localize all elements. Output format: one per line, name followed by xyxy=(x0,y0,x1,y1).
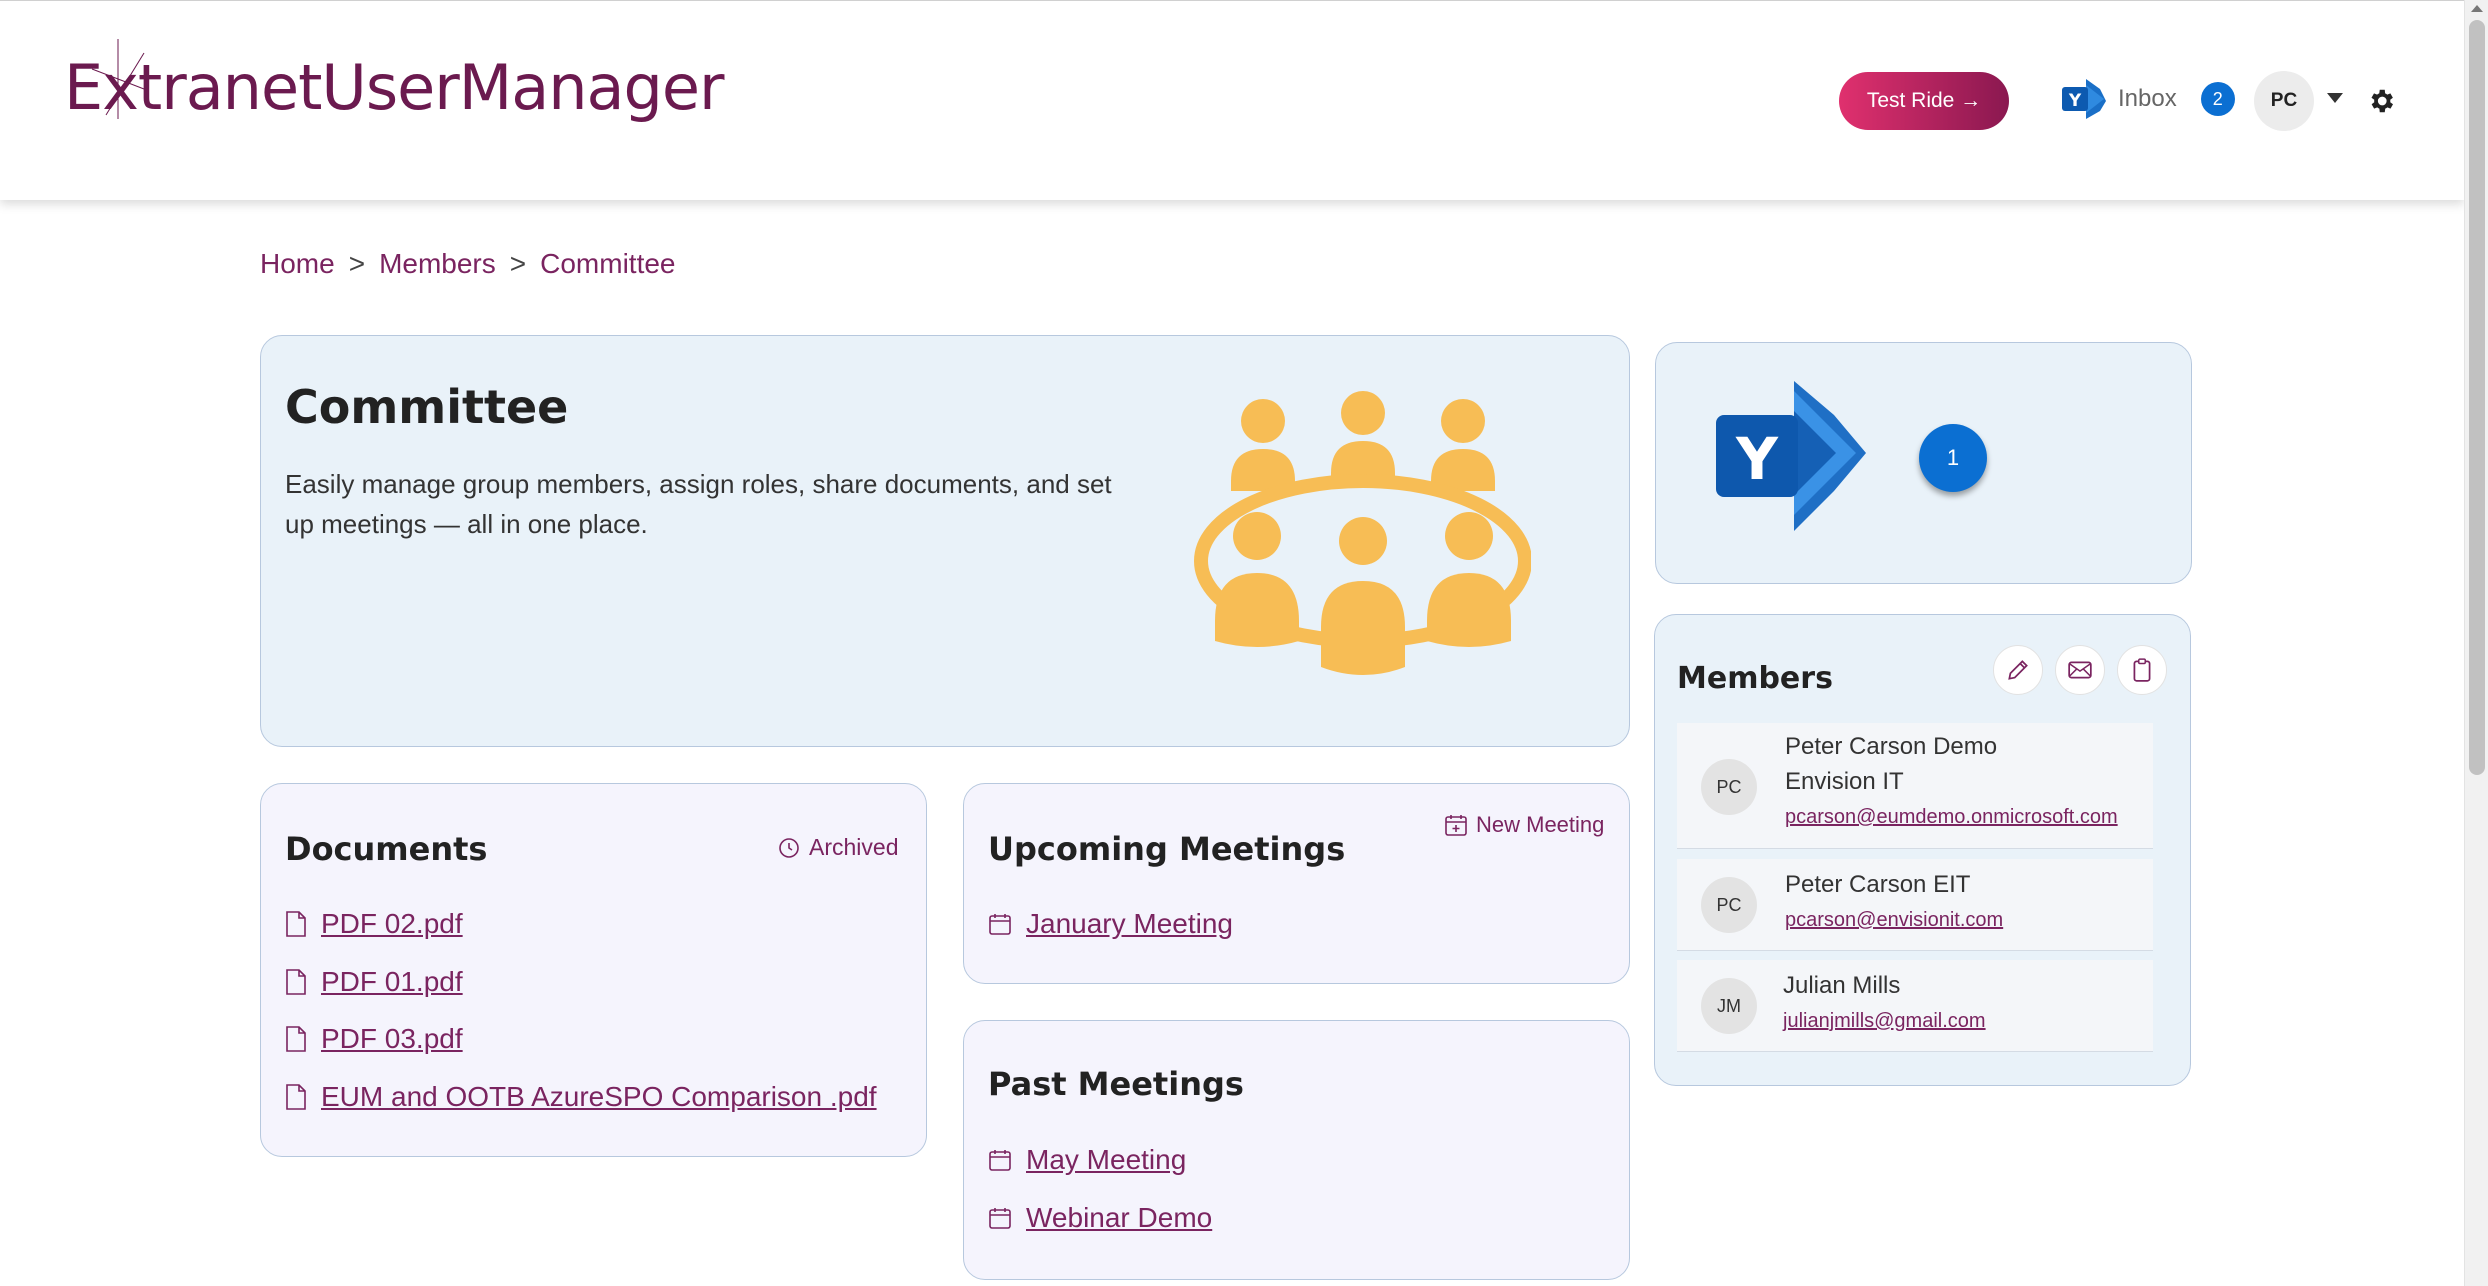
page-title: Committee xyxy=(285,380,569,434)
logo-rest-text: tranetUserManager xyxy=(137,51,725,124)
copy-members-button[interactable] xyxy=(2117,645,2167,695)
member-item[interactable]: JM Julian Mills julianjmills@gmail.com xyxy=(1677,960,2153,1052)
inbox-link[interactable]: Y Inbox 2 xyxy=(2060,77,2235,121)
member-avatar: PC xyxy=(1701,759,1757,815)
member-company: Envision IT xyxy=(1785,768,1904,795)
archived-link[interactable]: Archived xyxy=(777,834,898,861)
yammer-logo-icon: Y xyxy=(1716,381,1866,531)
breadcrumb-committee[interactable]: Committee xyxy=(540,248,675,280)
scroll-thumb[interactable] xyxy=(2469,20,2485,775)
member-item[interactable]: PC Peter Carson EIT pcarson@envisionit.c… xyxy=(1677,859,2153,951)
pencil-icon xyxy=(2008,660,2028,680)
email-members-button[interactable] xyxy=(2055,645,2105,695)
scroll-up-arrow-icon[interactable] xyxy=(2471,5,2483,12)
upcoming-meetings-title: Upcoming Meetings xyxy=(988,830,1346,868)
clock-history-icon xyxy=(779,837,799,858)
yammer-small-icon: Y xyxy=(2062,79,2106,119)
calendar-icon xyxy=(989,1208,1011,1229)
logo-letter-x: x xyxy=(92,39,145,124)
file-icon xyxy=(286,969,306,995)
chevron-down-icon[interactable] xyxy=(2327,93,2343,103)
committee-hero-card: Committee Easily manage group members, a… xyxy=(260,335,1630,747)
meeting-item[interactable]: January Meeting xyxy=(988,908,1233,940)
member-email[interactable]: pcarson@eumdemo.onmicrosoft.com xyxy=(1785,806,2118,829)
archived-label: Archived xyxy=(809,834,899,860)
gear-icon[interactable] xyxy=(2366,86,2396,116)
document-item[interactable]: PDF 01.pdf xyxy=(285,966,463,998)
envelope-icon xyxy=(2068,661,2092,679)
document-item[interactable]: EUM and OOTB AzureSPO Comparison .pdf xyxy=(285,1081,877,1113)
meeting-link[interactable]: May Meeting xyxy=(1026,1144,1186,1176)
member-avatar: PC xyxy=(1701,877,1757,933)
document-link[interactable]: PDF 01.pdf xyxy=(321,966,463,998)
svg-text:Y: Y xyxy=(2068,91,2082,111)
meeting-table-icon xyxy=(1194,391,1531,675)
page-scrollbar[interactable] xyxy=(2464,0,2488,1286)
meeting-link[interactable]: January Meeting xyxy=(1026,908,1233,940)
breadcrumb-separator: > xyxy=(348,248,366,279)
document-link[interactable]: EUM and OOTB AzureSPO Comparison .pdf xyxy=(321,1081,877,1113)
file-icon xyxy=(286,1026,306,1052)
upcoming-meetings-card: Upcoming Meetings New Meeting January Me… xyxy=(963,783,1630,984)
breadcrumb-members[interactable]: Members xyxy=(379,248,496,280)
clipboard-icon xyxy=(2133,658,2151,682)
user-avatar[interactable]: PC xyxy=(2254,71,2314,131)
meeting-link[interactable]: Webinar Demo xyxy=(1026,1202,1212,1234)
member-avatar: JM xyxy=(1701,978,1757,1034)
edit-members-button[interactable] xyxy=(1993,645,2043,695)
member-email[interactable]: julianjmills@gmail.com xyxy=(1783,1010,1986,1033)
hero-description: Easily manage group members, assign role… xyxy=(285,469,1112,539)
member-name: Peter Carson EIT xyxy=(1785,871,1971,898)
new-meeting-label: New Meeting xyxy=(1476,812,1605,837)
documents-title: Documents xyxy=(285,830,488,868)
inbox-count-badge: 2 xyxy=(2200,82,2235,116)
test-ride-button[interactable]: Test Ride → xyxy=(1839,72,2009,130)
past-meetings-title: Past Meetings xyxy=(988,1065,1244,1103)
meeting-item[interactable]: Webinar Demo xyxy=(988,1202,1212,1234)
top-header: ExtranetUserManager Test Ride → Y Inbox … xyxy=(0,0,2464,200)
document-item[interactable]: PDF 02.pdf xyxy=(285,908,463,940)
file-icon xyxy=(286,911,306,937)
breadcrumb-separator: > xyxy=(509,248,527,279)
yammer-card[interactable]: Y 1 xyxy=(1655,342,2192,584)
calendar-icon xyxy=(989,1150,1011,1171)
document-link[interactable]: PDF 03.pdf xyxy=(321,1023,463,1055)
member-email[interactable]: pcarson@envisionit.com xyxy=(1785,909,2003,932)
meeting-item[interactable]: May Meeting xyxy=(988,1144,1186,1176)
breadcrumb: Home > Members > Committee xyxy=(260,248,676,280)
file-icon xyxy=(286,1084,306,1110)
breadcrumb-home[interactable]: Home xyxy=(260,248,335,280)
document-item[interactable]: PDF 03.pdf xyxy=(285,1023,463,1055)
past-meetings-card: Past Meetings May Meeting Webinar Demo xyxy=(963,1020,1630,1280)
documents-card: Documents Archived PDF 02.pdf PDF 01.pdf… xyxy=(260,783,927,1157)
eum-logo[interactable]: ExtranetUserManager xyxy=(64,39,725,124)
member-item[interactable]: PC Peter Carson Demo Envision IT pcarson… xyxy=(1677,723,2153,849)
member-name: Peter Carson Demo xyxy=(1785,733,1998,760)
svg-text:Y: Y xyxy=(1735,425,1779,493)
inbox-label: Inbox xyxy=(2118,85,2177,112)
members-card: Members PC Peter Carson Demo Envision IT… xyxy=(1654,614,2191,1086)
calendar-icon xyxy=(989,914,1011,935)
member-name: Julian Mills xyxy=(1783,972,1901,999)
members-title: Members xyxy=(1677,661,1833,696)
new-meeting-button[interactable]: New Meeting xyxy=(1444,812,1604,838)
calendar-plus-icon xyxy=(1445,815,1467,836)
yammer-count-badge: 1 xyxy=(1919,424,1987,492)
logo-spark-icon xyxy=(92,39,145,119)
document-link[interactable]: PDF 02.pdf xyxy=(321,908,463,940)
